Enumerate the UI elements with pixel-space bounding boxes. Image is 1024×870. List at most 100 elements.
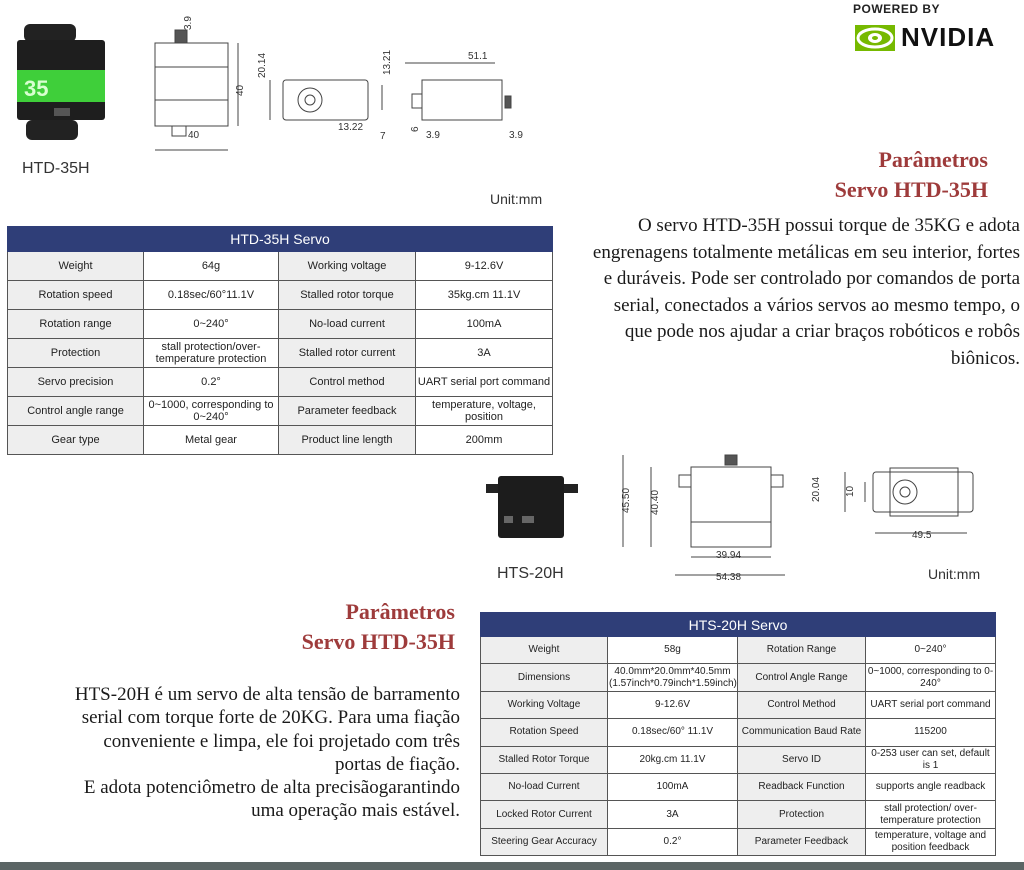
dim-label: 6 <box>410 126 421 132</box>
hts-20h-servo-photo <box>486 476 578 538</box>
table-row: Rotation range 0~240° No-load current 100mA <box>7 309 554 339</box>
spec-value: 100mA <box>607 772 738 802</box>
spec-label: No-load Current <box>480 772 608 802</box>
hts-20h-model-label: HTS-20H <box>497 565 564 582</box>
htd-35h-unit-label: Unit:mm <box>490 191 543 207</box>
spec-value: 58g <box>607 635 738 665</box>
table-row: Protection stall protection/over-temperat… <box>7 338 554 368</box>
table-row: Weight 58g Rotation Range 0~240° <box>480 635 996 665</box>
spec-value: stall protection/ over-temperature prote… <box>865 800 996 829</box>
spec-label: Dimensions <box>480 663 608 692</box>
htd-35h-description: O servo HTD-35H possui torque de 35KG e … <box>592 215 1020 369</box>
description-line: conveniente e limpa, ele foi projetado c… <box>103 730 460 752</box>
spec-value: 0~1000, corresponding to 0~240° <box>143 396 279 426</box>
spec-value: 200mm <box>414 425 554 455</box>
table-row: Dimensions 40.0mm*20.0mm*40.5mm (1.57inch… <box>480 663 996 692</box>
hts-20h-dimension-drawing <box>622 454 974 576</box>
spec-label: Rotation speed <box>7 280 144 310</box>
spec-label: Communication Baud Rate <box>737 718 866 747</box>
dim-label: 40.40 <box>650 489 661 515</box>
table-row: Working Voltage 9-12.6V Control Method UART… <box>480 690 996 720</box>
table-row: Servo precision 0.2° Control method UART se… <box>7 367 554 397</box>
spec-label: Control Method <box>737 690 866 720</box>
heading-line: Parâmetros <box>345 599 455 624</box>
spec-value: UART serial port command <box>414 367 554 397</box>
table-row: Rotation speed 0.18sec/60°11.1V Stalled ro… <box>7 280 554 310</box>
spec-label: Stalled rotor torque <box>278 280 416 310</box>
dim-label: 49.5 <box>912 530 932 541</box>
hts-20h-unit-label: Unit:mm <box>928 566 981 582</box>
spec-label: Stalled Rotor Torque <box>480 745 608 774</box>
spec-label: Servo precision <box>7 367 144 397</box>
htd-35h-heading: Parâmetros Servo HTD-35H <box>835 145 988 205</box>
dim-label: 45.50 <box>621 487 632 513</box>
table-row: Locked Rotor Current 3A Protection stall pr… <box>480 800 996 829</box>
spec-value: 40.0mm*20.0mm*40.5mm (1.57inch*0.79inch*… <box>607 663 738 692</box>
dim-label: 3.9 <box>426 130 440 141</box>
heading-line: Servo HTD-35H <box>834 177 988 202</box>
spec-value: 0.2° <box>607 827 738 857</box>
spec-label: Control angle range <box>7 396 144 426</box>
spec-label: Control Angle Range <box>737 663 866 692</box>
htd-35h-dimension-drawing <box>154 29 512 151</box>
spec-value: 9-12.6V <box>607 690 738 720</box>
dim-label: 3.9 <box>509 130 523 141</box>
powered-by-label: POWERED BY <box>853 2 941 16</box>
dim-label: 40 <box>188 130 200 141</box>
dim-label: 51.1 <box>468 51 488 62</box>
hts-20h-heading: Parâmetros Servo HTD-35H <box>302 597 455 657</box>
dim-label: 39.94 <box>716 550 742 561</box>
spec-label: Gear type <box>7 425 144 455</box>
spec-value: 0~240° <box>143 309 279 339</box>
spec-label: Product line length <box>278 425 416 455</box>
table-row: Stalled Rotor Torque 20kg.cm 11.1V Servo I… <box>480 745 996 774</box>
spec-value: 0~240° <box>865 635 996 665</box>
spec-label: Rotation range <box>7 309 144 339</box>
spec-label: Weight <box>480 635 608 665</box>
spec-value: 0-253 user can set, default is 1 <box>865 745 996 774</box>
spec-value: 0.2° <box>143 367 279 397</box>
spec-label: Readback Function <box>737 772 866 802</box>
nvidia-logo: NVIDIA <box>855 22 995 53</box>
table-row: Steering Gear Accuracy 0.2° Parameter Feed… <box>480 827 996 857</box>
spec-label: Working Voltage <box>480 690 608 720</box>
table-row: No-load Current 100mA Readback Function sup… <box>480 772 996 802</box>
spec-label: Rotation Range <box>737 635 866 665</box>
spec-label: Rotation Speed <box>480 718 608 747</box>
spec-value: 100mA <box>414 309 554 339</box>
dim-label: 13.22 <box>338 122 364 133</box>
heading-line: Servo HTD-35H <box>301 629 455 654</box>
spec-value: 3A <box>414 338 554 368</box>
table-row: Gear type Metal gear Product line length 20… <box>7 425 554 455</box>
spec-label: Protection <box>737 800 866 829</box>
spec-value: 0.18sec/60° 11.1V <box>607 718 738 747</box>
spec-label: Steering Gear Accuracy <box>480 827 608 857</box>
dim-label: 20.04 <box>811 476 822 502</box>
dim-label: 7 <box>380 131 386 142</box>
spec-value: Metal gear <box>143 425 279 455</box>
spec-label: Servo ID <box>737 745 866 774</box>
dim-label: 10 <box>845 485 856 497</box>
htd-35h-spec-table: HTD-35H Servo Weight 64g Working voltage 9-… <box>6 226 554 455</box>
spec-label: Stalled rotor current <box>278 338 416 368</box>
spec-label: Parameter feedback <box>278 396 416 426</box>
spec-label: Protection <box>7 338 144 368</box>
dim-label: 3.9 <box>183 16 194 30</box>
spec-label: Parameter Feedback <box>737 827 866 857</box>
table-row: Control angle range 0~1000, corresponding… <box>7 396 554 426</box>
dim-label: 40 <box>235 84 246 96</box>
dim-label: 54.38 <box>716 572 742 583</box>
htd-35h-model-label: HTD-35H <box>22 160 90 177</box>
spec-value: stall protection/over-temperature protec… <box>143 338 279 368</box>
spec-label: Control method <box>278 367 416 397</box>
spec-value: 0~1000, corresponding to 0-240° <box>865 663 996 692</box>
hts-20h-spec-table: HTS-20H Servo Weight 58g Rotation Range 0~2… <box>480 612 996 857</box>
spec-value: UART serial port command <box>865 690 996 720</box>
description-line: uma operação mais estável. <box>251 800 460 822</box>
spec-label: Weight <box>7 251 144 281</box>
dim-label: 13.21 <box>382 49 393 75</box>
bottom-bar <box>0 862 1024 870</box>
description-line: E adota potenciômetro de alta precisãoga… <box>83 777 460 799</box>
spec-label: No-load current <box>278 309 416 339</box>
nvidia-eye-icon <box>855 24 895 51</box>
